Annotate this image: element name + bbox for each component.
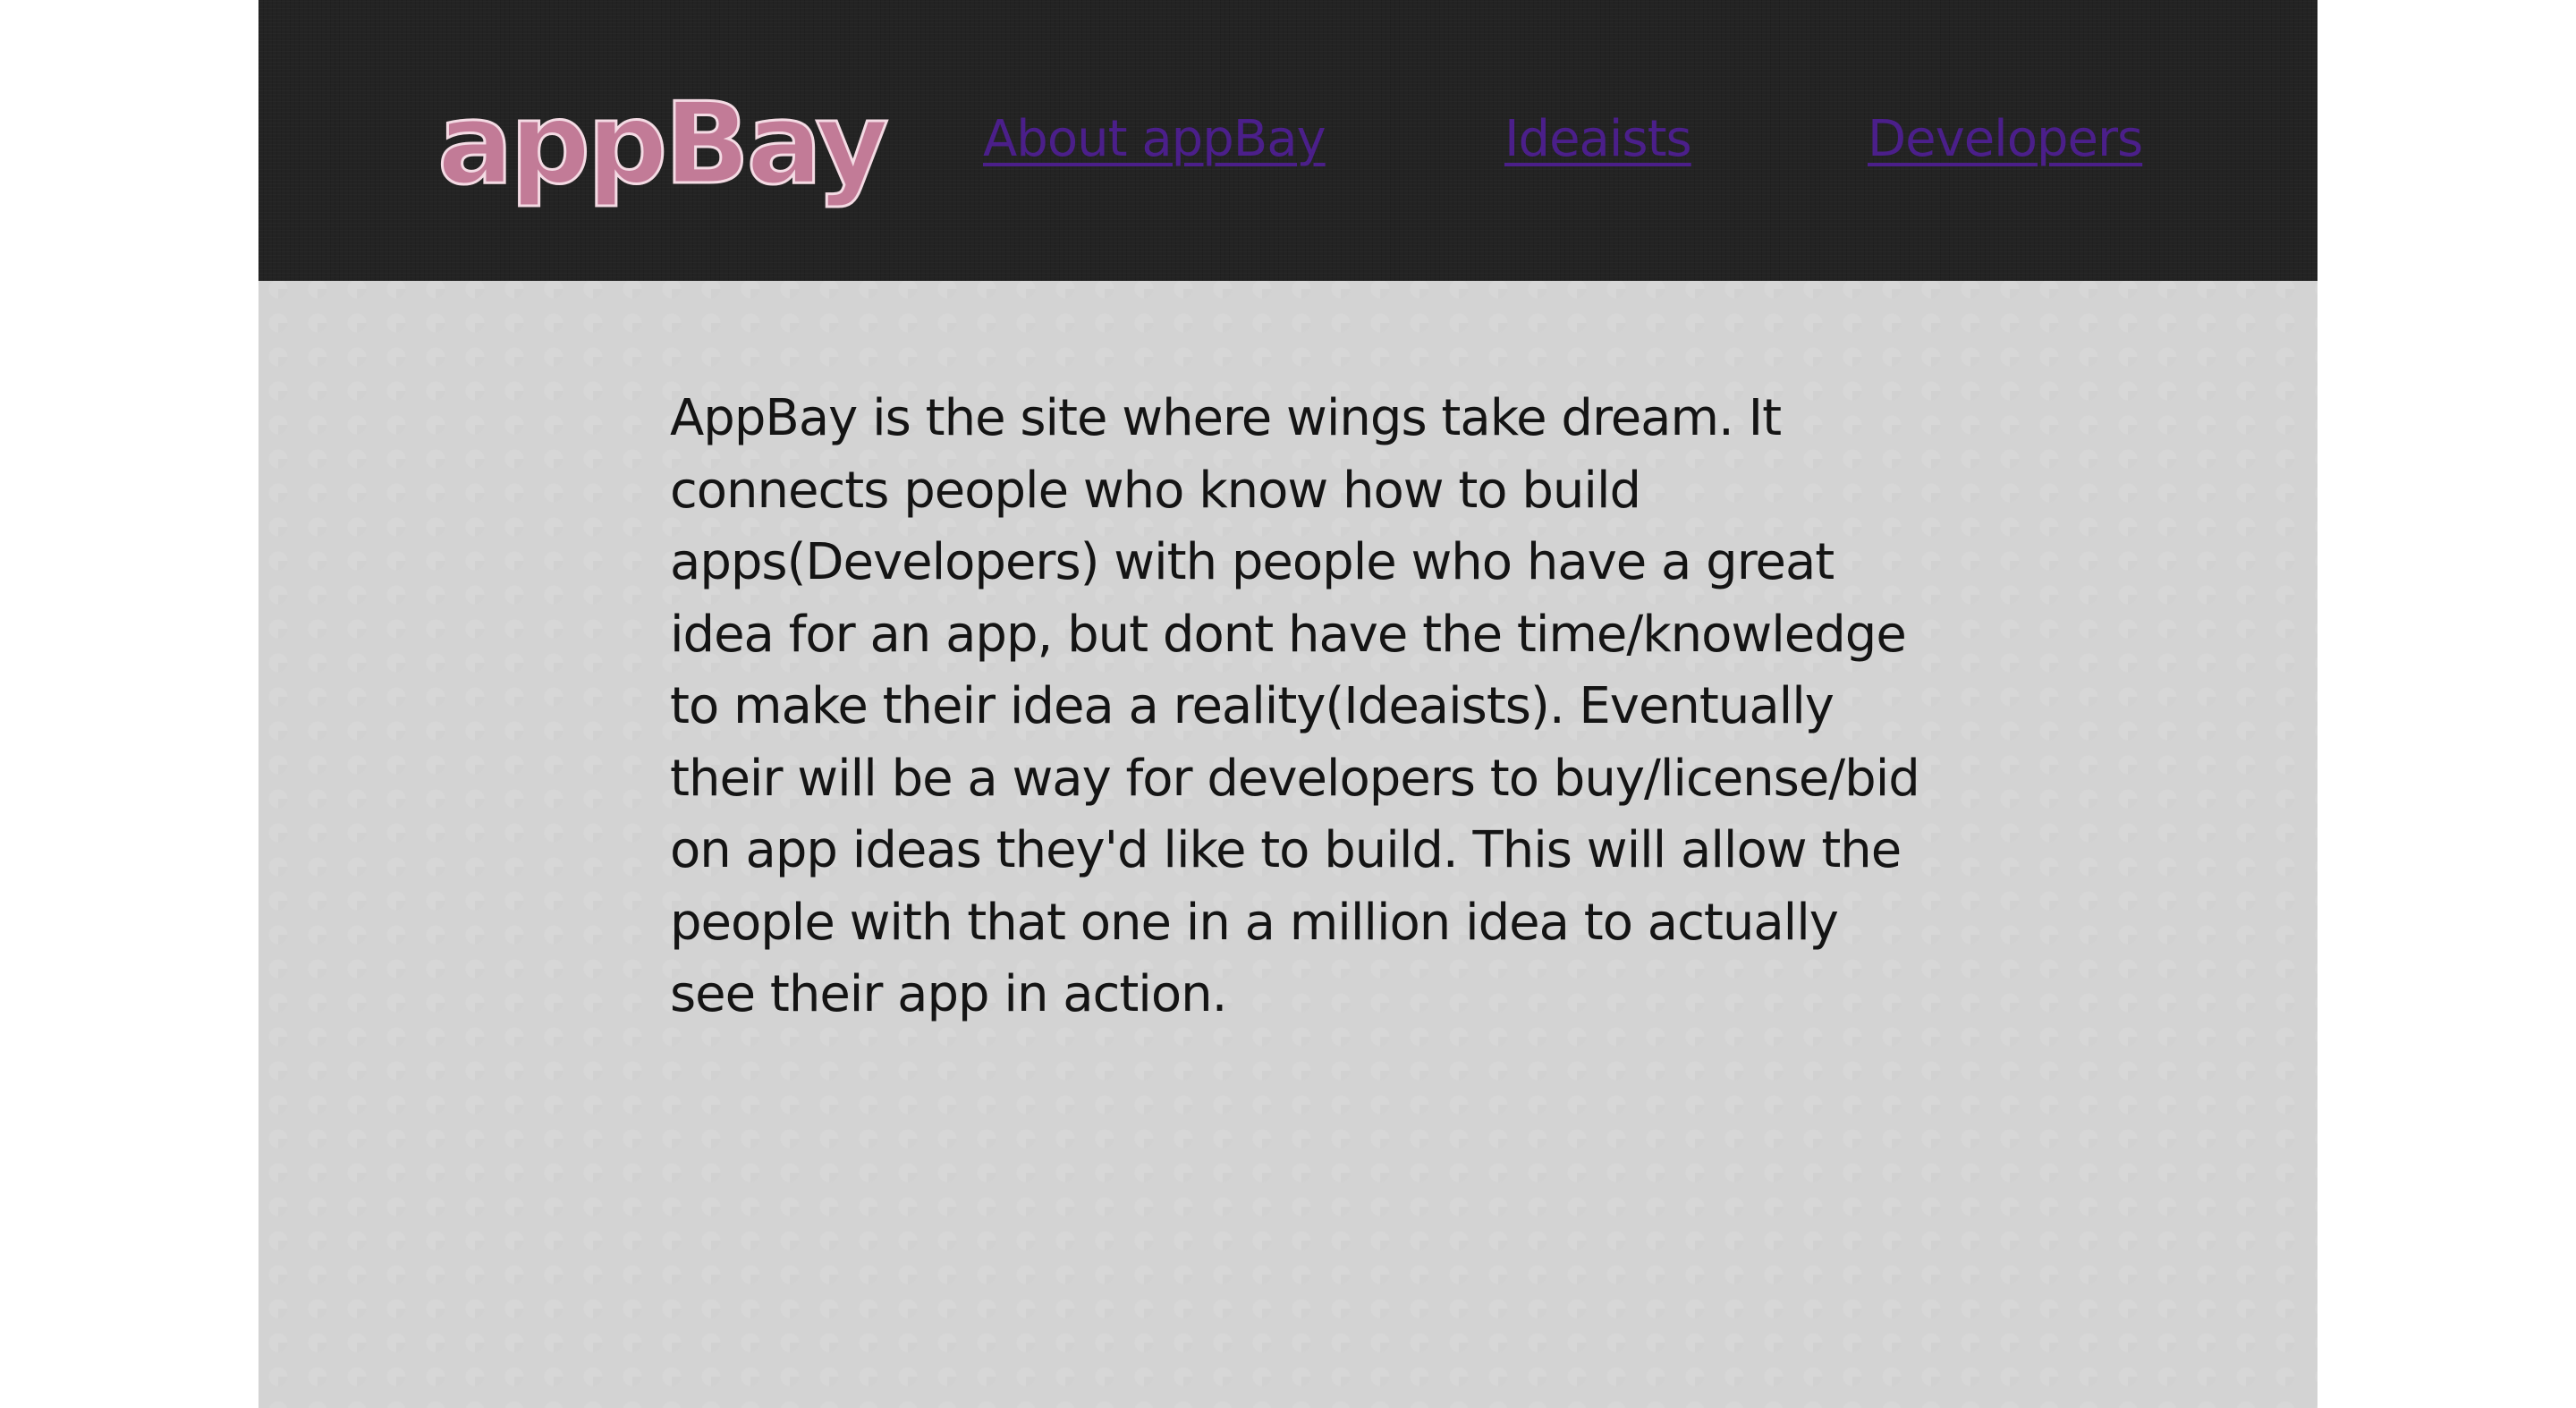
intro-paragraph: AppBay is the site where wings take drea… [670, 389, 1920, 1023]
page-container: appBay About appBay Ideaists Developers … [258, 0, 2318, 1408]
nav-link-developers[interactable]: Developers [1868, 107, 2143, 172]
site-header: appBay About appBay Ideaists Developers [258, 0, 2318, 281]
nav-link-ideaists[interactable]: Ideaists [1504, 107, 1692, 172]
nav-link-about[interactable]: About appBay [983, 107, 1326, 172]
site-logo[interactable]: appBay [436, 77, 891, 211]
